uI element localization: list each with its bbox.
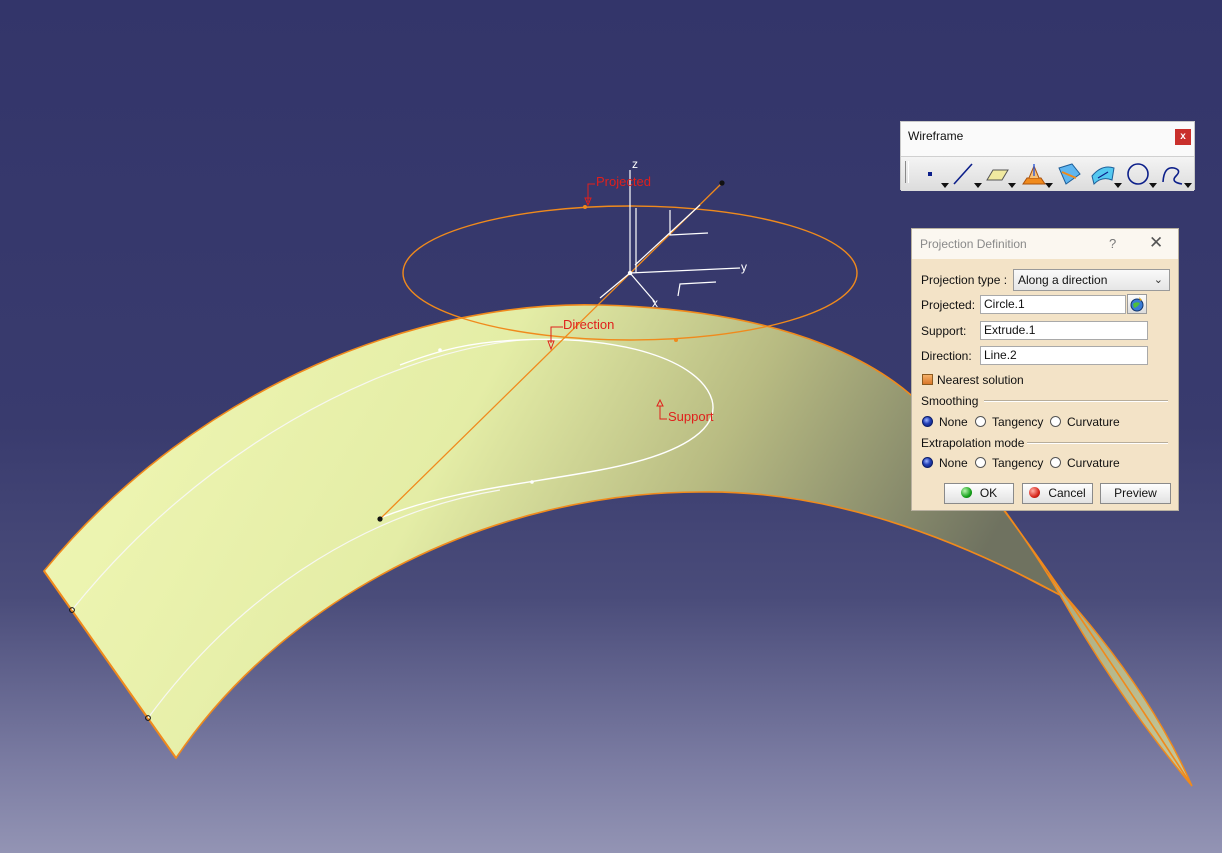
nearest-solution-checkbox[interactable] [922,374,933,385]
smoothing-curvature-label: Curvature [1067,415,1120,429]
point-button[interactable] [915,160,949,188]
circle-point [583,205,587,209]
offset-dropdown-arrow[interactable] [1114,183,1122,188]
projected-label: Projected: [921,298,976,312]
line-button[interactable] [948,160,982,188]
cancel-button[interactable]: Cancel [1022,483,1093,504]
direction-label: Direction: [921,349,972,363]
smoothing-curvature-radio[interactable] [1050,416,1061,427]
projected-field[interactable]: Circle.1 [980,295,1126,314]
preview-label: Preview [1114,486,1157,500]
support-label: Support [668,409,714,424]
spline-button[interactable] [1158,160,1192,188]
axis-y-label: y [741,260,747,274]
curve-point [530,480,534,484]
circle-button[interactable] [1123,160,1157,188]
support-surface-tail [924,519,1193,787]
smoothing-label: Smoothing [921,394,979,408]
extrapolation-curvature-label: Curvature [1067,456,1120,470]
smoothing-tangency-radio[interactable] [975,416,986,427]
toolbar-button-row [901,156,1194,191]
toolbar-grip[interactable] [905,161,909,183]
intersection-button[interactable] [1054,160,1084,188]
projected-label: Projected [596,174,651,189]
intersection-icon [1058,163,1081,185]
offset-button[interactable] [1088,160,1122,188]
extrapolation-tangency-label: Tangency [992,456,1044,470]
nearest-solution-label: Nearest solution [937,373,1024,387]
extrapolation-curvature-radio[interactable] [1050,457,1061,468]
extrapolation-label: Extrapolation mode [921,436,1025,450]
ok-label: OK [979,486,998,500]
curve-point [438,348,442,352]
projected-annotation[interactable]: Projected [584,174,651,207]
support-value: Extrude.1 [984,323,1036,337]
help-button[interactable]: ? [1109,236,1116,251]
projection-type-value: Along a direction [1018,273,1108,287]
spline-dropdown-arrow[interactable] [1184,183,1192,188]
support-field[interactable]: Extrude.1 [980,321,1148,340]
smoothing-none-radio[interactable] [922,416,933,427]
direction-field[interactable]: Line.2 [980,346,1148,365]
projection-button[interactable] [1019,160,1053,188]
line-endpoint [719,180,725,186]
support-label: Support: [921,324,967,338]
toolbar-title: Wireframe [908,129,964,143]
line-dropdown-arrow[interactable] [974,183,982,188]
projection-type-label: Projection type : [921,273,1008,287]
toolbar-close-button[interactable]: x [1175,129,1191,145]
direction-label: Direction [563,317,614,332]
circle-point [674,338,678,342]
globe-selector-icon [1130,297,1144,312]
axis-x-label: x [652,296,658,310]
projection-type-select[interactable]: Along a direction ⌄ [1013,269,1170,291]
ok-icon [960,487,972,498]
projected-value: Circle.1 [984,297,1025,311]
plane-dropdown-arrow[interactable] [1008,183,1016,188]
extrapolation-none-radio[interactable] [922,457,933,468]
cancel-label: Cancel [1048,486,1086,500]
smoothing-divider [984,400,1168,402]
axis-z-label: z [632,157,638,171]
circle-dropdown-arrow[interactable] [1149,183,1157,188]
extrapolation-none-label: None [939,456,968,470]
preview-button[interactable]: Preview [1100,483,1171,504]
extrapolation-divider [1027,442,1168,444]
smoothing-none-label: None [939,415,968,429]
close-icon[interactable]: ✕ [1149,233,1163,253]
chevron-down-icon: ⌄ [1153,274,1163,286]
ok-button[interactable]: OK [944,483,1014,504]
axis-origin [627,270,633,276]
wireframe-toolbar[interactable]: Wireframe x [900,121,1195,191]
smoothing-tangency-label: Tangency [992,415,1044,429]
dialog-title: Projection Definition [920,237,1027,251]
plane-button[interactable] [982,160,1016,188]
projection-definition-dialog[interactable]: Projection Definition ? ✕ Projection typ… [911,228,1179,511]
projection-dropdown-arrow[interactable] [1045,183,1053,188]
projected-selector-button[interactable] [1127,294,1147,314]
line-endpoint [377,516,383,522]
direction-value: Line.2 [984,348,1017,362]
support-surface[interactable] [42,304,1063,760]
dialog-title-bar[interactable]: Projection Definition ? ✕ [912,229,1178,259]
cancel-icon [1029,487,1041,498]
extrapolation-tangency-radio[interactable] [975,457,986,468]
